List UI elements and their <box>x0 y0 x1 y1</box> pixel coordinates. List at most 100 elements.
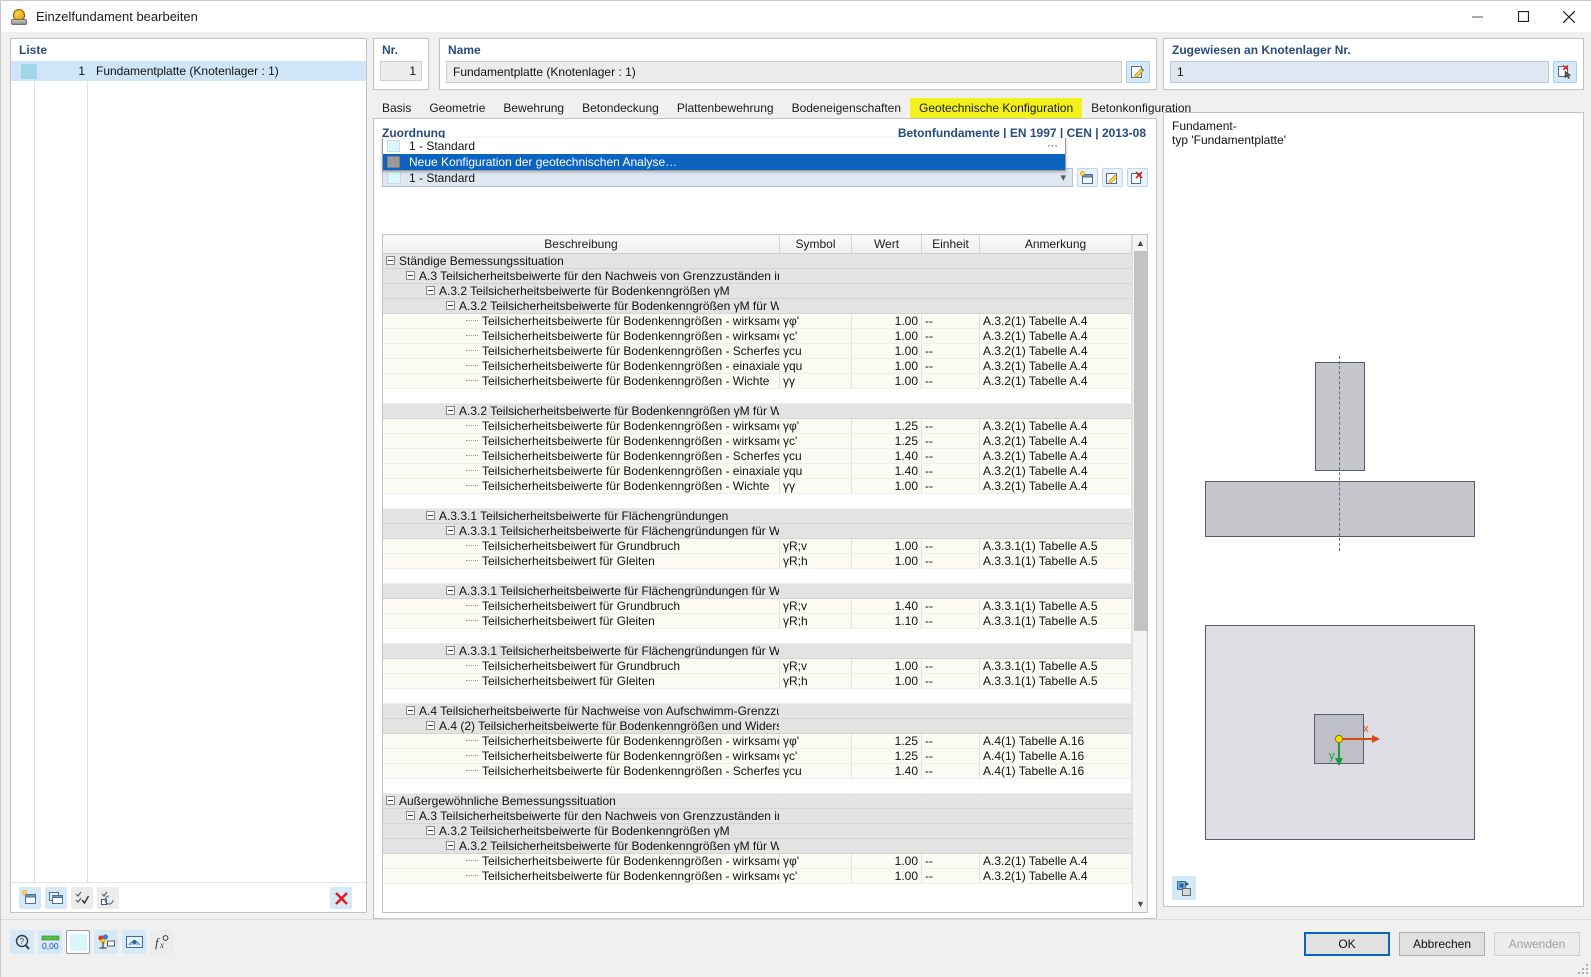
cell-anmerkung[interactable] <box>979 268 1132 284</box>
cell-einheit[interactable] <box>921 508 980 524</box>
cell-einheit[interactable]: -- <box>921 613 980 629</box>
cell-wert[interactable]: 1.00 <box>851 328 922 344</box>
cell-anmerkung[interactable]: A.3.2(1) Tabelle A.4 <box>979 373 1132 389</box>
cell-beschreibung[interactable]: Teilsicherheitsbeiwerte für Bodenkenngrö… <box>383 478 780 494</box>
collapse-icon[interactable] <box>446 301 455 310</box>
cell-beschreibung[interactable]: A.4 (2) Teilsicherheitsbeiwerte für Bode… <box>383 718 780 734</box>
table-row[interactable]: Teilsicherheitsbeiwerte für Bodenkenngrö… <box>383 373 1132 389</box>
cell-symbol[interactable]: γR;v <box>779 658 852 674</box>
collapse-icon[interactable] <box>406 811 415 820</box>
cell-beschreibung[interactable]: A.3.2 Teilsicherheitsbeiwerte für Bodenk… <box>383 283 780 299</box>
cell-beschreibung[interactable]: Teilsicherheitsbeiwerte für Bodenkenngrö… <box>383 328 780 344</box>
table-vertical-scrollbar[interactable]: ▲ ▼ <box>1132 235 1147 912</box>
cell-symbol[interactable] <box>779 283 852 299</box>
cell-anmerkung[interactable]: A.4(1) Tabelle A.16 <box>979 748 1132 764</box>
minimize-button[interactable] <box>1454 1 1500 32</box>
cell-beschreibung[interactable]: A.4 Teilsicherheitsbeiwerte für Nachweis… <box>383 703 780 719</box>
cell-anmerkung[interactable]: A.3.3.1(1) Tabelle A.5 <box>979 658 1132 674</box>
cell-symbol[interactable]: γR;h <box>779 553 852 569</box>
tab-bodeneigenschaften[interactable]: Bodeneigenschaften <box>783 98 910 118</box>
cell-wert[interactable] <box>851 523 922 539</box>
cell-einheit[interactable] <box>921 808 980 824</box>
cell-einheit[interactable]: -- <box>921 463 980 479</box>
table-row[interactable]: Teilsicherheitsbeiwerte für Bodenkenngrö… <box>383 343 1132 359</box>
collapse-icon[interactable] <box>446 646 455 655</box>
table-row[interactable]: Ständige Bemessungssituation <box>383 253 1132 269</box>
table-row[interactable]: A.3.2 Teilsicherheitsbeiwerte für Bodenk… <box>383 298 1132 314</box>
cell-symbol[interactable] <box>779 703 852 719</box>
cell-wert[interactable]: 1.00 <box>851 868 922 884</box>
cell-wert[interactable] <box>851 508 922 524</box>
cell-symbol[interactable] <box>779 793 852 809</box>
cell-anmerkung[interactable] <box>979 643 1132 659</box>
cell-anmerkung[interactable]: A.3.2(1) Tabelle A.4 <box>979 868 1132 884</box>
cell-anmerkung[interactable] <box>979 403 1132 419</box>
cell-wert[interactable] <box>851 643 922 659</box>
tab-bewehrung[interactable]: Bewehrung <box>494 98 573 118</box>
cell-symbol[interactable]: γR;v <box>779 538 852 554</box>
cell-einheit[interactable] <box>921 703 980 719</box>
cell-beschreibung[interactable]: A.3.2 Teilsicherheitsbeiwerte für Bodenk… <box>383 838 780 854</box>
table-row[interactable]: A.3.2 Teilsicherheitsbeiwerte für Bodenk… <box>383 823 1132 839</box>
cell-anmerkung[interactable]: A.3.3.1(1) Tabelle A.5 <box>979 553 1132 569</box>
cancel-button[interactable]: Abbrechen <box>1399 932 1485 956</box>
cell-beschreibung[interactable]: Teilsicherheitsbeiwert für Grundbruch <box>383 658 780 674</box>
table-row[interactable]: A.3 Teilsicherheitsbeiwerte für den Nach… <box>383 268 1132 284</box>
cell-anmerkung[interactable]: A.4(1) Tabelle A.16 <box>979 763 1132 779</box>
cell-wert[interactable]: 1.00 <box>851 343 922 359</box>
cell-anmerkung[interactable]: A.3.2(1) Tabelle A.4 <box>979 433 1132 449</box>
cell-wert[interactable] <box>851 403 922 419</box>
table-row[interactable]: A.4 Teilsicherheitsbeiwerte für Nachweis… <box>383 703 1132 719</box>
cell-anmerkung[interactable]: A.3.2(1) Tabelle A.4 <box>979 463 1132 479</box>
cell-wert[interactable] <box>851 838 922 854</box>
cell-einheit[interactable]: -- <box>921 448 980 464</box>
cell-anmerkung[interactable]: A.3.2(1) Tabelle A.4 <box>979 358 1132 374</box>
cell-anmerkung[interactable]: A.3.2(1) Tabelle A.4 <box>979 448 1132 464</box>
scroll-up-icon[interactable]: ▲ <box>1133 235 1147 251</box>
table-row[interactable]: Teilsicherheitsbeiwerte für Bodenkenngrö… <box>383 478 1132 494</box>
cell-einheit[interactable]: -- <box>921 418 980 434</box>
cell-beschreibung[interactable]: Teilsicherheitsbeiwerte für Bodenkenngrö… <box>383 748 780 764</box>
cell-anmerkung[interactable]: A.3.3.1(1) Tabelle A.5 <box>979 673 1132 689</box>
cell-symbol[interactable] <box>779 838 852 854</box>
cell-einheit[interactable]: -- <box>921 868 980 884</box>
cell-anmerkung[interactable] <box>979 793 1132 809</box>
table-row[interactable]: Teilsicherheitsbeiwerte für Bodenkenngrö… <box>383 328 1132 344</box>
cell-beschreibung[interactable]: Teilsicherheitsbeiwerte für Bodenkenngrö… <box>383 373 780 389</box>
edit-configuration-button[interactable] <box>1102 168 1123 187</box>
cell-einheit[interactable]: -- <box>921 313 980 329</box>
cell-einheit[interactable] <box>921 643 980 659</box>
collapse-icon[interactable] <box>426 721 435 730</box>
cell-symbol[interactable]: γφ' <box>779 418 852 434</box>
table-row[interactable]: Teilsicherheitsbeiwerte für Bodenkenngrö… <box>383 763 1132 779</box>
cell-beschreibung[interactable]: Teilsicherheitsbeiwerte für Bodenkenngrö… <box>383 433 780 449</box>
cell-wert[interactable]: 1.00 <box>851 853 922 869</box>
cell-symbol[interactable]: γφ' <box>779 853 852 869</box>
col-wert[interactable]: Wert <box>851 235 922 254</box>
cell-symbol[interactable]: γc' <box>779 868 852 884</box>
collapse-icon[interactable] <box>446 586 455 595</box>
table-row[interactable]: Teilsicherheitsbeiwert für Gleiten γR;h 1.… <box>383 553 1132 569</box>
table-row[interactable]: A.3.2 Teilsicherheitsbeiwerte für Bodenk… <box>383 283 1132 299</box>
cell-symbol[interactable]: γγ <box>779 373 852 389</box>
apply-button[interactable]: Anwenden <box>1494 932 1580 956</box>
table-row[interactable]: A.3.2 Teilsicherheitsbeiwerte für Bodenk… <box>383 403 1132 419</box>
cell-symbol[interactable] <box>779 583 852 599</box>
cell-einheit[interactable] <box>921 403 980 419</box>
table-row[interactable]: A.3 Teilsicherheitsbeiwerte für den Nach… <box>383 808 1132 824</box>
cell-einheit[interactable] <box>921 583 980 599</box>
table-row[interactable]: Teilsicherheitsbeiwerte für Bodenkenngrö… <box>383 358 1132 374</box>
cell-einheit[interactable] <box>921 823 980 839</box>
cell-anmerkung[interactable] <box>979 283 1132 299</box>
cell-beschreibung[interactable]: A.3.2 Teilsicherheitsbeiwerte für Bodenk… <box>383 298 780 314</box>
cell-beschreibung[interactable]: Teilsicherheitsbeiwert für Gleiten <box>383 613 780 629</box>
collapse-icon[interactable] <box>446 406 455 415</box>
help-icon[interactable]: ? <box>10 930 34 954</box>
model-viewer[interactable]: Fundament- typ 'Fundamentplatte' x y <box>1163 112 1584 907</box>
cell-wert[interactable]: 1.25 <box>851 433 922 449</box>
cell-symbol[interactable]: γφ' <box>779 313 852 329</box>
cell-einheit[interactable] <box>921 838 980 854</box>
cell-symbol[interactable] <box>779 298 852 314</box>
table-row[interactable]: Teilsicherheitsbeiwerte für Bodenkenngrö… <box>383 868 1132 884</box>
cell-beschreibung[interactable]: Ständige Bemessungssituation <box>383 253 780 269</box>
